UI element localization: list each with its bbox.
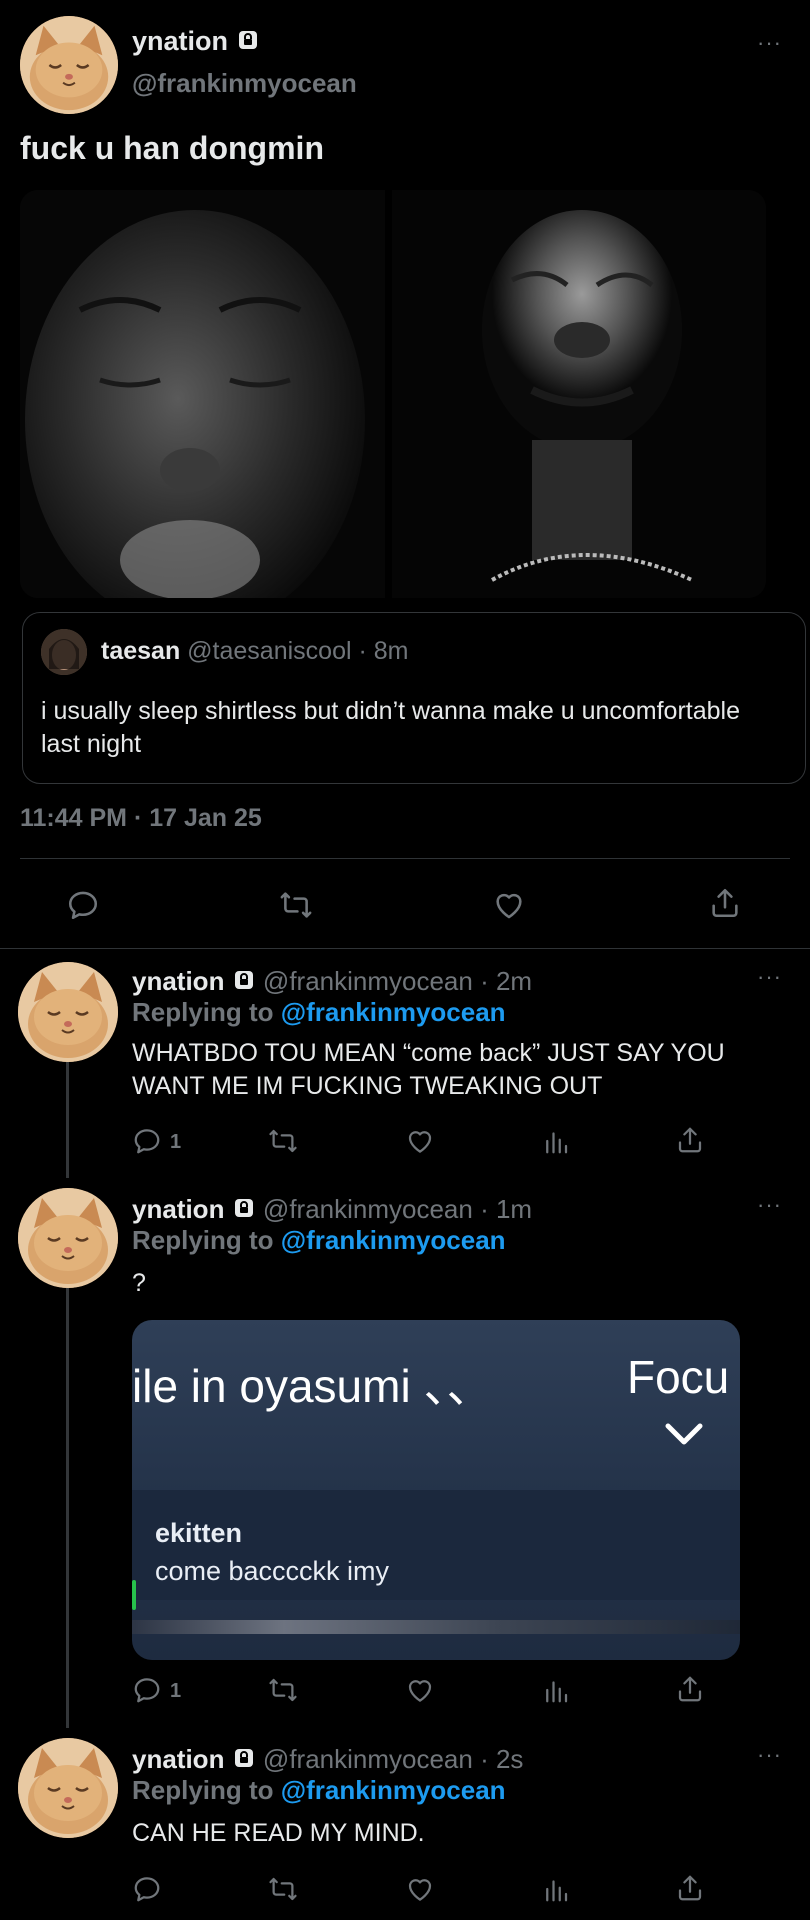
share-icon[interactable] xyxy=(675,1674,705,1704)
lock-icon xyxy=(232,968,256,999)
author-handle[interactable]: @frankinmyocean xyxy=(263,966,473,996)
reply-icon[interactable] xyxy=(132,1874,162,1904)
tweet-text: ? xyxy=(132,1269,146,1297)
replying-to-label: Replying to xyxy=(132,1225,274,1255)
embedded-title: ile in oyasumi 、、 xyxy=(132,1360,493,1412)
tweet-time: · 2s xyxy=(480,1744,524,1774)
tweet-media-screenshot[interactable]: ile in oyasumi 、、 Focu ekitten come bacc… xyxy=(132,1320,740,1660)
retweet-icon[interactable] xyxy=(279,888,313,922)
replying-to-link[interactable]: @frankinmyocean xyxy=(281,1775,506,1805)
tweet-time: · 2m xyxy=(480,966,533,996)
like-icon[interactable] xyxy=(492,888,526,922)
lock-icon xyxy=(232,1196,256,1227)
chevron-down-icon xyxy=(662,1420,706,1455)
avatar[interactable] xyxy=(18,1188,118,1288)
replying-to-link[interactable]: @frankinmyocean xyxy=(281,1225,506,1255)
retweet-icon[interactable] xyxy=(268,1126,298,1156)
reply-header: ynation @frankinmyocean · 2m xyxy=(132,966,532,999)
embedded-progress-strip xyxy=(132,1620,740,1634)
reply-header: ynation @frankinmyocean · 1m xyxy=(132,1194,532,1227)
reply-count: 1 xyxy=(170,1680,182,1702)
quoted-tweet-text: i usually sleep shirtless but didn’t wan… xyxy=(41,697,740,758)
tweet-photo-right[interactable] xyxy=(392,190,766,598)
replying-to: Replying to @frankinmyocean xyxy=(132,1775,506,1806)
avatar[interactable] xyxy=(18,962,118,1062)
cat-avatar-image xyxy=(20,16,118,114)
photo-crying-face-image xyxy=(392,190,766,598)
author-name[interactable]: ynation xyxy=(132,26,260,59)
display-name[interactable]: ynation xyxy=(132,966,224,996)
like-icon[interactable] xyxy=(405,1874,435,1904)
more-options-icon[interactable]: ··· xyxy=(757,1742,782,1768)
share-icon[interactable] xyxy=(675,1125,705,1155)
retweet-icon[interactable] xyxy=(268,1675,298,1705)
embedded-username: ekitten xyxy=(155,1518,243,1548)
replying-to-label: Replying to xyxy=(132,997,274,1027)
more-options-icon[interactable]: ··· xyxy=(757,964,782,990)
cat-avatar-image xyxy=(18,962,118,1062)
analytics-icon[interactable] xyxy=(541,1874,571,1904)
quoted-tweet[interactable]: taesan @taesaniscool · 8m i usually slee… xyxy=(22,612,806,784)
share-icon[interactable] xyxy=(675,1873,705,1903)
embedded-message: come bacccckk imy xyxy=(155,1556,390,1586)
replying-to: Replying to @frankinmyocean xyxy=(132,997,506,1028)
tweet-text: CAN HE READ MY MIND. xyxy=(132,1819,425,1847)
avatar[interactable] xyxy=(41,629,87,675)
thread-connector xyxy=(66,1060,69,1178)
analytics-icon[interactable] xyxy=(541,1126,571,1156)
cat-avatar-image xyxy=(18,1738,118,1838)
reply-icon[interactable] xyxy=(132,1126,162,1156)
analytics-icon[interactable] xyxy=(541,1675,571,1705)
lock-icon xyxy=(236,28,260,59)
tweet-time: · 1m xyxy=(480,1194,533,1224)
replying-to: Replying to @frankinmyocean xyxy=(132,1225,506,1256)
cat-avatar-image xyxy=(18,1188,118,1288)
quoted-time: · 8m xyxy=(358,637,409,665)
divider xyxy=(20,858,790,859)
tweet-timestamp[interactable]: 11:44 PM · 17 Jan 25 xyxy=(20,804,262,833)
reply-icon[interactable] xyxy=(66,888,100,922)
embedded-message-panel: ekitten come bacccckk imy xyxy=(132,1490,740,1610)
quoted-tweet-header: taesan @taesaniscool · 8m xyxy=(101,637,408,666)
quoted-display-name[interactable]: taesan xyxy=(101,637,180,665)
reply-icon[interactable] xyxy=(132,1675,162,1705)
author-handle[interactable]: @frankinmyocean xyxy=(132,68,357,99)
replying-to-link[interactable]: @frankinmyocean xyxy=(281,997,506,1027)
avatar[interactable] xyxy=(18,1738,118,1838)
more-options-icon[interactable]: ··· xyxy=(757,30,782,56)
tweet-text: WHATBDO TOU MEAN “come back” JUST SAY YO… xyxy=(132,1039,725,1100)
online-indicator xyxy=(132,1580,136,1610)
share-icon[interactable] xyxy=(708,886,742,920)
reply-count: 1 xyxy=(170,1131,182,1153)
like-icon[interactable] xyxy=(405,1675,435,1705)
embedded-title-right: Focu xyxy=(627,1351,730,1403)
lock-icon xyxy=(232,1746,256,1777)
retweet-icon[interactable] xyxy=(268,1874,298,1904)
display-name[interactable]: ynation xyxy=(132,1194,224,1224)
divider xyxy=(0,948,810,949)
display-name[interactable]: ynation xyxy=(132,1744,224,1774)
photo-crying-face-image xyxy=(20,190,385,598)
avatar[interactable] xyxy=(20,16,118,114)
tweet-text: fuck u han dongmin xyxy=(20,130,324,166)
author-handle[interactable]: @frankinmyocean xyxy=(263,1744,473,1774)
display-name[interactable]: ynation xyxy=(132,26,228,56)
reply-header: ynation @frankinmyocean · 2s xyxy=(132,1744,523,1777)
like-icon[interactable] xyxy=(405,1126,435,1156)
quoted-avatar-image xyxy=(41,629,87,675)
replying-to-label: Replying to xyxy=(132,1775,274,1805)
thread-connector xyxy=(66,1288,69,1728)
tweet-photo-left[interactable] xyxy=(20,190,385,598)
author-handle[interactable]: @frankinmyocean xyxy=(263,1194,473,1224)
quoted-handle[interactable]: @taesaniscool xyxy=(187,637,351,665)
more-options-icon[interactable]: ··· xyxy=(757,1192,782,1218)
